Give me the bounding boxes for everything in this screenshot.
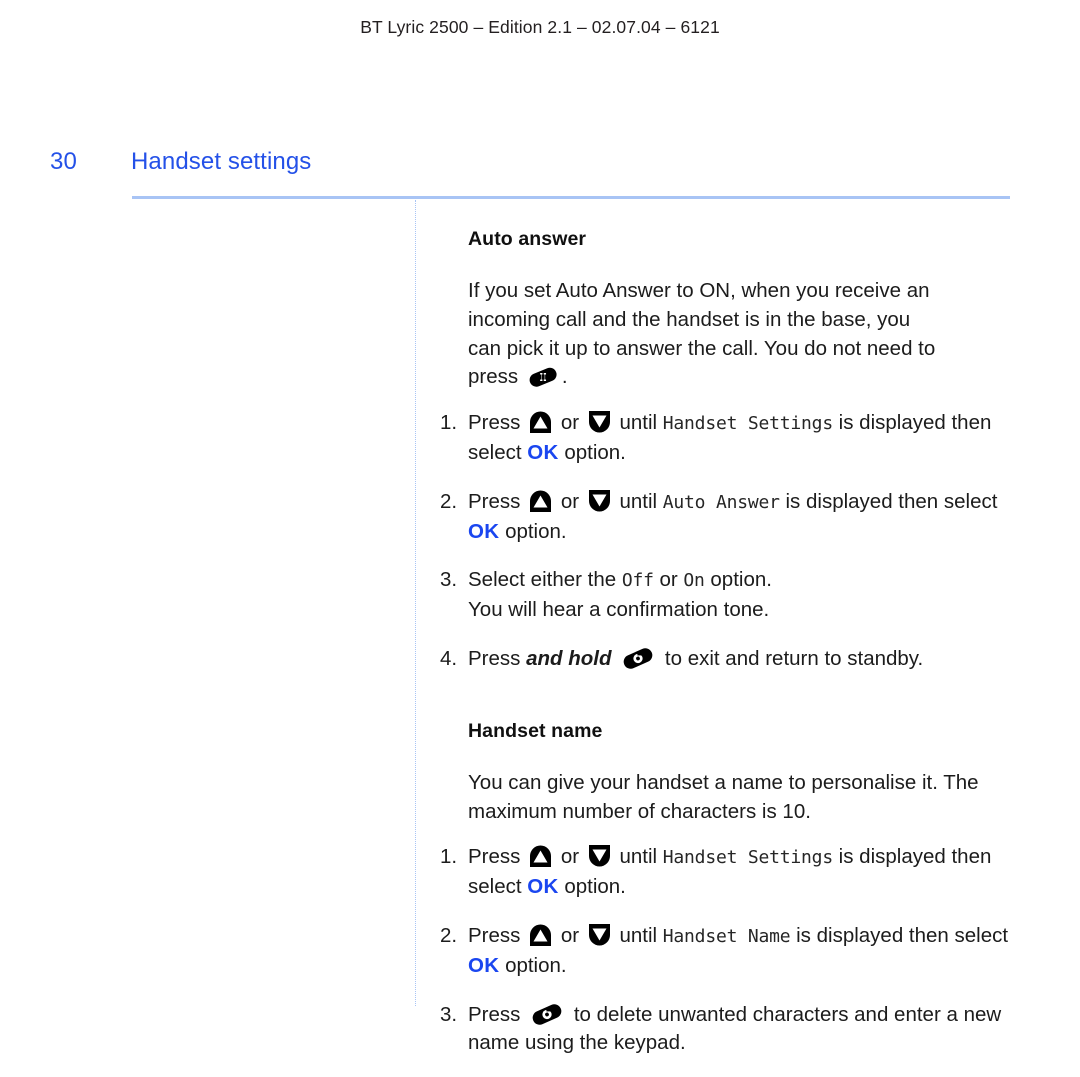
list-item: 2. Press or until Handset Name is displa…	[440, 922, 1020, 981]
end-call-key-icon	[529, 1002, 565, 1027]
step-number: 1.	[440, 845, 458, 869]
step-text-after: is displayed then select	[796, 923, 1009, 947]
nav-up-key-icon	[528, 490, 553, 512]
steps-auto-answer: 1. Press or until Handset Settings is di…	[440, 409, 1020, 674]
step-text-mid: or	[659, 568, 678, 592]
step-text-pre: Press	[468, 1002, 521, 1026]
step-number: 3.	[440, 1002, 458, 1026]
step-number: 2.	[440, 489, 458, 513]
horizontal-divider	[132, 196, 1010, 199]
page-title: Handset settings	[131, 148, 312, 175]
lcd-text: Handset Settings	[662, 413, 833, 435]
nav-up-key-icon	[528, 924, 553, 946]
intro-line-4-suffix: .	[561, 365, 568, 389]
list-item: 1. Press or until Handset Settings is di…	[440, 409, 1020, 468]
ok-label: OK	[468, 519, 500, 543]
step-text-tail: option.	[505, 953, 567, 977]
heading-auto-answer: Auto answer	[468, 228, 587, 250]
step-text-pre: Press	[468, 489, 521, 513]
content-column: Auto answer If you set Auto Answer to ON…	[440, 228, 1020, 1058]
intro-line-4-prefix: press	[468, 365, 519, 389]
vertical-dotted-divider	[415, 200, 416, 1006]
nav-up-key-icon	[528, 411, 553, 434]
step-text-mid: or	[560, 923, 580, 947]
lcd-text-off: Off	[621, 570, 654, 592]
list-item: 3. Press to delete unwanted characters a…	[440, 1001, 1020, 1059]
step-text-mid: or	[560, 845, 580, 869]
paragraph-handset-name-intro: You can give your handset a name to pers…	[440, 769, 1013, 827]
step-text-tail: to exit and return to standby.	[664, 646, 924, 670]
step-text-after: option.	[710, 568, 772, 592]
list-item: 3. Select either the Off or On option. Y…	[440, 566, 1020, 625]
step-text-mid: or	[560, 411, 580, 435]
list-item: 1. Press or until Handset Settings is di…	[440, 843, 1020, 902]
step-text-after: is displayed then select	[785, 489, 998, 513]
step-text-until: until	[619, 923, 658, 947]
step-number: 4.	[440, 646, 458, 670]
step-text-pre: Press	[468, 845, 521, 869]
step-text-until: until	[619, 489, 658, 513]
step-text-pre: Press	[468, 646, 521, 670]
nav-down-key-icon	[587, 923, 612, 946]
intro-line-1: You can give your handset a name to pers…	[468, 770, 979, 794]
nav-down-key-icon	[587, 845, 612, 867]
lcd-text-on: On	[683, 570, 705, 592]
lcd-text: Auto Answer	[662, 491, 780, 513]
list-item: 4. Press and hold to exit and return to …	[440, 645, 1020, 674]
paragraph-auto-answer-intro: If you set Auto Answer to ON, when you r…	[440, 277, 1013, 392]
step-text-pre: Select either the	[468, 568, 617, 592]
step-text-until: until	[619, 845, 658, 869]
lcd-text: Handset Settings	[662, 847, 833, 869]
step-text-emphasis: and hold	[526, 646, 612, 670]
nav-down-key-icon	[587, 411, 612, 433]
intro-line-3: can pick it up to answer the call. You d…	[468, 336, 936, 360]
page-title-row: 30 Handset settings	[0, 148, 1080, 182]
step-number: 1.	[440, 411, 458, 435]
step-text-tail: option.	[505, 519, 567, 543]
intro-line-1: If you set Auto Answer to ON, when you r…	[468, 279, 930, 302]
lcd-text: Handset Name	[662, 925, 791, 947]
ok-label: OK	[468, 953, 500, 977]
running-header: BT Lyric 2500 – Edition 2.1 – 02.07.04 –…	[360, 17, 720, 37]
step-text-line2: You will hear a confirmation tone.	[468, 598, 770, 622]
step-text-tail: option.	[564, 440, 626, 464]
nav-up-key-icon	[528, 845, 553, 868]
ok-label: OK	[527, 440, 559, 464]
talk-key-icon	[526, 365, 560, 389]
intro-line-2: incoming call and the handset is in the …	[468, 307, 911, 331]
page-number: 30	[50, 148, 78, 175]
end-call-key-icon	[620, 646, 656, 671]
step-number: 3.	[440, 568, 458, 592]
steps-handset-name: 1. Press or until Handset Settings is di…	[440, 843, 1020, 1058]
step-text-pre: Press	[468, 411, 521, 435]
step-text-tail: option.	[564, 875, 626, 899]
step-text-until: until	[619, 411, 658, 435]
list-item: 2. Press or until Auto Answer is display…	[440, 488, 1020, 547]
step-text-pre: Press	[468, 923, 521, 947]
step-number: 2.	[440, 923, 458, 947]
ok-label: OK	[527, 875, 559, 899]
intro-line-2: maximum number of characters is 10.	[468, 799, 811, 823]
nav-down-key-icon	[587, 489, 612, 512]
heading-handset-name: Handset name	[468, 719, 603, 742]
step-text-mid: or	[560, 489, 580, 513]
